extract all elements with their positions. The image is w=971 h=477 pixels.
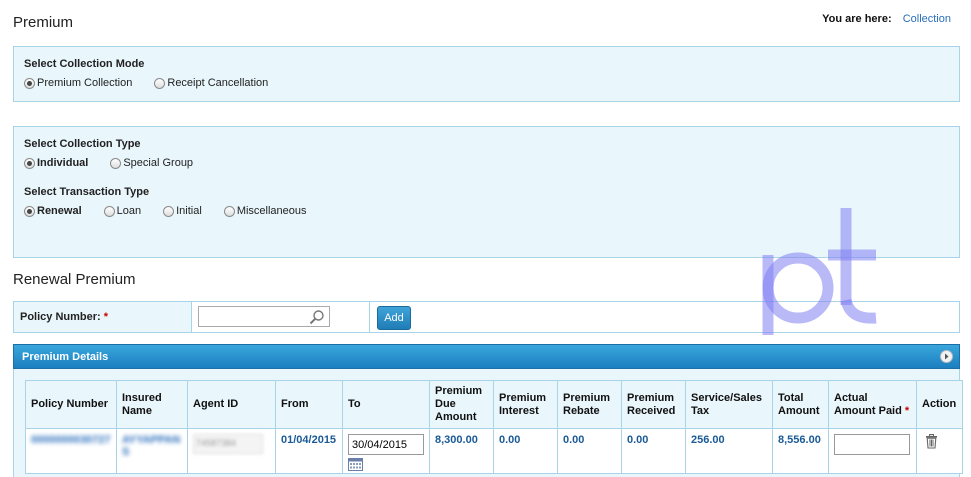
radio-dot xyxy=(223,205,235,217)
cell-agent-id: 74587384 xyxy=(187,428,276,474)
policy-number-row: Policy Number: * Add xyxy=(13,301,960,333)
col-agent-id: Agent ID xyxy=(187,380,276,429)
col-actual-amount-paid-label: Actual Amount Paid xyxy=(834,391,902,417)
radio-label: Initial xyxy=(176,205,202,217)
col-to: To xyxy=(342,380,430,429)
premium-details-table: Policy Number Insured Name Agent ID From… xyxy=(25,380,963,474)
col-insured-name: Insured Name xyxy=(116,380,188,429)
radio-miscellaneous[interactable]: Miscellaneous xyxy=(223,205,307,217)
premium-details-header[interactable]: Premium Details xyxy=(13,344,960,369)
col-premium-received: Premium Received xyxy=(621,380,686,429)
col-premium-due: Premium Due Amount xyxy=(429,380,494,429)
breadcrumb: You are here: Collection xyxy=(822,13,951,25)
radio-initial[interactable]: Initial xyxy=(163,205,202,217)
radio-premium-collection[interactable]: Premium Collection xyxy=(24,77,132,89)
radio-dot xyxy=(110,157,122,169)
radio-renewal[interactable]: Renewal xyxy=(24,205,82,217)
cell-total-amount: 8,556.00 xyxy=(772,428,829,474)
cell-premium-interest: 0.00 xyxy=(493,428,558,474)
collection-mode-radios: Premium Collection Receipt Cancellation xyxy=(24,77,292,89)
col-from: From xyxy=(275,380,343,429)
collection-mode-title: Select Collection Mode xyxy=(24,58,145,70)
radio-dot xyxy=(154,77,166,89)
radio-dot xyxy=(103,205,115,217)
cell-actual-amount-paid xyxy=(828,428,917,474)
trash-icon[interactable] xyxy=(925,434,938,449)
actual-amount-input[interactable] xyxy=(834,434,910,455)
cell-policy-number: 0000000030727 xyxy=(25,428,117,474)
policy-number-label-cell: Policy Number: * xyxy=(14,302,192,332)
radio-label: Premium Collection xyxy=(37,77,133,89)
radio-dot xyxy=(24,77,35,89)
radio-dot xyxy=(24,157,35,169)
radio-label: Loan xyxy=(116,205,142,217)
collection-mode-panel: Select Collection Mode Premium Collectio… xyxy=(13,46,960,102)
collection-type-title: Select Collection Type xyxy=(24,138,141,150)
col-policy-number: Policy Number xyxy=(25,380,117,429)
policy-number-input-cell xyxy=(192,302,370,332)
breadcrumb-link-collection[interactable]: Collection xyxy=(903,13,951,25)
col-service-tax: Service/Sales Tax xyxy=(685,380,773,429)
radio-receipt-cancellation[interactable]: Receipt Cancellation xyxy=(154,77,268,89)
radio-label: Receipt Cancellation xyxy=(167,77,269,89)
renewal-section-title: Renewal Premium xyxy=(13,271,136,288)
radio-dot xyxy=(163,205,175,217)
transaction-type-radios: Renewal Loan Initial Miscellaneous xyxy=(24,205,331,217)
collection-type-radios: Individual Special Group xyxy=(24,157,217,169)
calendar-icon[interactable] xyxy=(348,457,363,471)
add-button[interactable]: Add xyxy=(377,306,411,330)
col-total-amount: Total Amount xyxy=(772,380,829,429)
radio-label: Special Group xyxy=(123,157,194,169)
radio-special-group[interactable]: Special Group xyxy=(110,157,193,169)
premium-details-title: Premium Details xyxy=(22,351,109,363)
cell-insured-name: AYYAPPAN S xyxy=(116,428,188,474)
to-date-input[interactable] xyxy=(348,434,424,455)
required-mark: * xyxy=(904,404,910,417)
page-title: Premium xyxy=(13,14,74,31)
radio-dot xyxy=(24,205,35,217)
radio-individual[interactable]: Individual xyxy=(24,157,88,169)
cell-premium-received: 0.00 xyxy=(621,428,686,474)
cell-premium-due: 8,300.00 xyxy=(429,428,494,474)
transaction-type-title: Select Transaction Type xyxy=(24,186,150,198)
search-icon[interactable] xyxy=(309,309,325,325)
collection-type-panel: Select Collection Type Individual Specia… xyxy=(13,126,960,258)
table-header-row: Policy Number Insured Name Agent ID From… xyxy=(25,380,963,429)
breadcrumb-label: You are here: xyxy=(822,13,892,25)
cell-to xyxy=(342,428,430,474)
table-row: 0000000030727 AYYAPPAN S 74587384 01/04/… xyxy=(25,428,963,474)
agent-id-field: 74587384 xyxy=(193,434,263,454)
policy-number-label: Policy Number: xyxy=(20,311,101,323)
col-action: Action xyxy=(916,380,963,429)
radio-label: Individual xyxy=(37,157,89,169)
col-premium-rebate: Premium Rebate xyxy=(557,380,622,429)
col-premium-interest: Premium Interest xyxy=(493,380,558,429)
cell-action xyxy=(916,428,963,474)
expand-icon[interactable] xyxy=(940,350,953,363)
cell-premium-rebate: 0.00 xyxy=(557,428,622,474)
radio-loan[interactable]: Loan xyxy=(103,205,142,217)
radio-label: Renewal xyxy=(37,205,82,217)
col-actual-amount-paid: Actual Amount Paid * xyxy=(828,380,917,429)
cell-from: 01/04/2015 xyxy=(275,428,343,474)
cell-service-tax: 256.00 xyxy=(685,428,773,474)
required-mark: * xyxy=(103,311,109,323)
radio-label: Miscellaneous xyxy=(236,205,307,217)
